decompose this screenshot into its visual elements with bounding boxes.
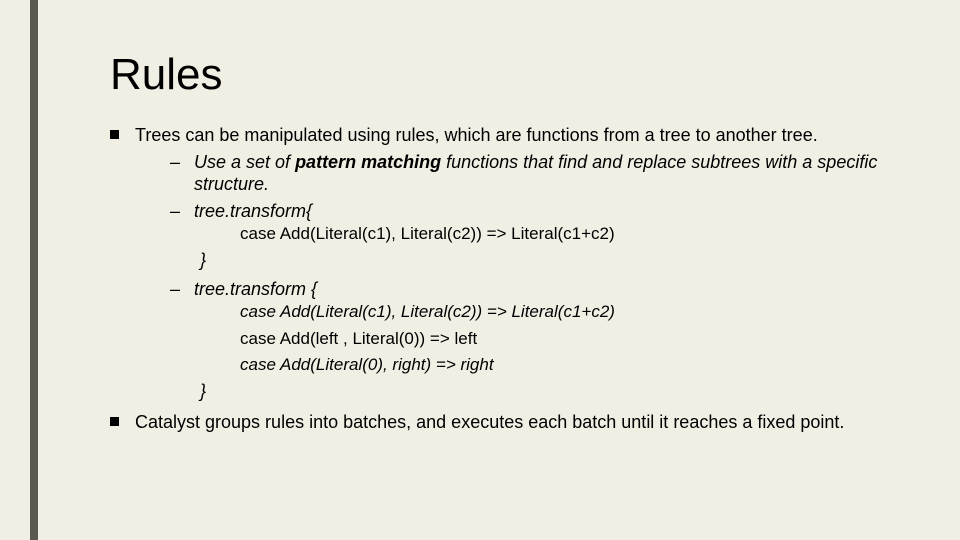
code-close-brace: }	[200, 378, 900, 405]
bullet-square-icon	[110, 130, 119, 139]
bullet-item: Catalyst groups rules into batches, and …	[110, 411, 900, 434]
sub-bullet-item: – tree.transform{	[170, 200, 900, 223]
code-line: case Add(Literal(0), right) => right	[240, 353, 900, 378]
bullet-text: Trees can be manipulated using rules, wh…	[135, 124, 818, 147]
dash-icon: –	[170, 151, 186, 174]
sub-bullet-text: Use a set of pattern matching functions …	[194, 151, 900, 196]
bullet-square-icon	[110, 417, 119, 426]
sub-bullet-text: tree.transform {	[194, 278, 317, 301]
slide-content: Rules Trees can be manipulated using rul…	[110, 50, 900, 436]
text-span: Use a set of	[194, 152, 295, 172]
sub-bullet-text: tree.transform{	[194, 200, 312, 223]
slide-title: Rules	[110, 50, 900, 100]
bullet-text: Catalyst groups rules into batches, and …	[135, 411, 844, 434]
sub-bullet-item: – Use a set of pattern matching function…	[170, 151, 900, 196]
dash-icon: –	[170, 278, 186, 301]
code-line: case Add(Literal(c1), Literal(c2)) => Li…	[240, 222, 900, 247]
dash-icon: –	[170, 200, 186, 223]
sub-bullet-item: – tree.transform {	[170, 278, 900, 301]
code-line: case Add(Literal(c1), Literal(c2)) => Li…	[240, 300, 900, 325]
code-line: case Add(left , Literal(0)) => left	[240, 327, 900, 352]
bullet-item: Trees can be manipulated using rules, wh…	[110, 124, 900, 147]
code-close-brace: }	[200, 247, 900, 274]
text-bold: pattern matching	[295, 152, 441, 172]
accent-bar	[30, 0, 38, 540]
